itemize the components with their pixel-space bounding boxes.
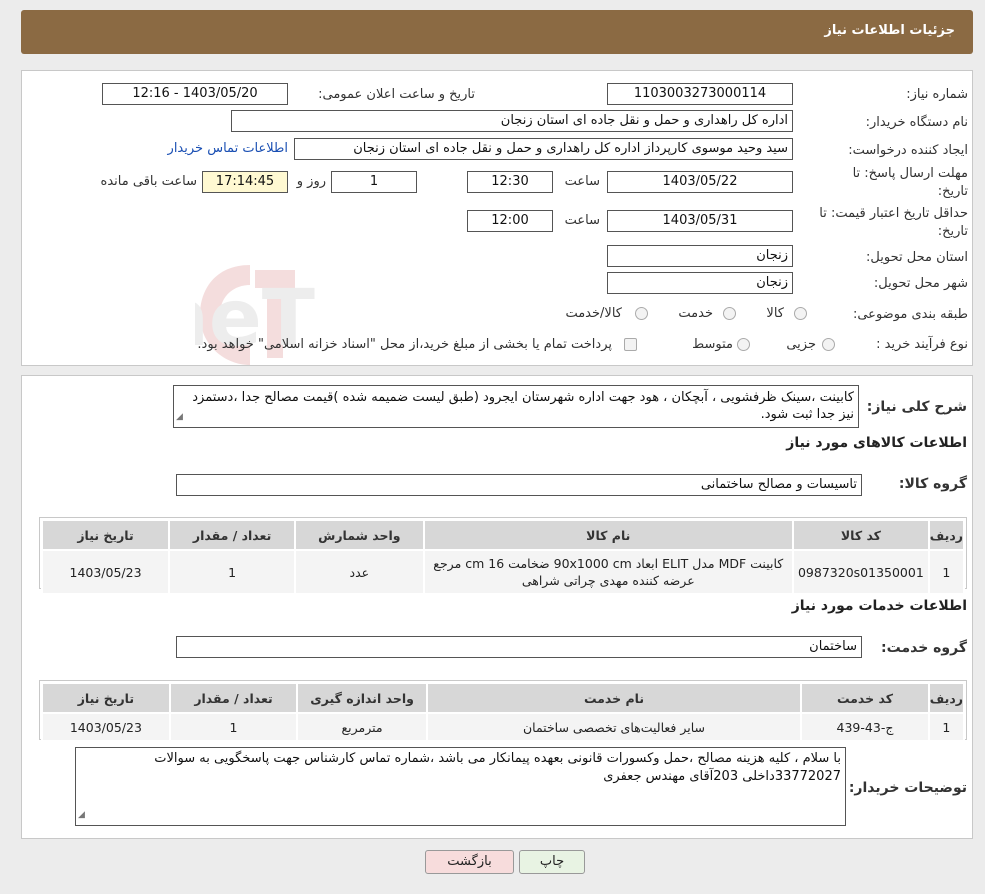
buyer-contact-link[interactable]: اطلاعات تماس خریدار	[168, 141, 288, 156]
cell-name: سایر فعالیت‌های تخصصی ساختمان	[425, 712, 803, 742]
city-field: زنجان	[607, 272, 793, 294]
category-label: طبقه بندی موضوعی:	[852, 307, 968, 322]
table-header-row: ردیف کد خدمت نام خدمت واحد اندازه گیری ت…	[41, 682, 966, 714]
col-unit: واحد اندازه گیری	[296, 682, 428, 714]
cell-name: کابینت MDF مدل ELIT ابعاد 90x1000 cm ضخا…	[422, 549, 794, 595]
services-table: ردیف کد خدمت نام خدمت واحد اندازه گیری ت…	[41, 682, 966, 742]
services-group-label: گروه خدمت:	[881, 640, 967, 656]
cell-code: 0987320s01350001	[791, 549, 930, 595]
description-label: شرح کلی نیاز:	[866, 399, 967, 415]
col-row: ردیف	[927, 519, 966, 551]
cell-qty: 1	[168, 549, 297, 595]
cell-unit: عدد	[294, 549, 425, 595]
treasury-checkbox[interactable]	[624, 338, 637, 351]
back-button[interactable]: بازگشت	[425, 850, 514, 874]
announce-label: تاریخ و ساعت اعلان عمومی:	[318, 87, 475, 102]
category-goods-service-label: کالا/خدمت	[565, 306, 622, 321]
page-header: جزئیات اطلاعات نیاز	[21, 10, 973, 54]
cell-row: 1	[927, 549, 966, 595]
table-row[interactable]: 1 0987320s01350001 کابینت MDF مدل ELIT ا…	[40, 549, 966, 595]
validity-label: حداقل تاریخ اعتبار قیمت: تا	[819, 206, 968, 221]
category-goods-service-radio[interactable]	[635, 307, 648, 320]
creator-label: ایجاد کننده درخواست:	[848, 143, 968, 158]
category-goods-radio[interactable]	[794, 307, 807, 320]
validity-time-field: 12:00	[467, 210, 553, 232]
cell-unit: مترمربع	[296, 712, 428, 742]
process-label: نوع فرآیند خرید :	[876, 337, 968, 352]
process-medium-radio[interactable]	[737, 338, 750, 351]
col-qty: تعداد / مقدار	[168, 682, 299, 714]
validity-date-field: 1403/05/31	[607, 210, 793, 232]
resize-grip-icon[interactable]: ◢	[78, 806, 85, 824]
print-button[interactable]: چاپ	[519, 850, 585, 874]
city-label: شهر محل تحویل:	[873, 276, 968, 291]
page-title: جزئیات اطلاعات نیاز	[824, 23, 955, 38]
need-number-label: شماره نیاز:	[906, 87, 968, 102]
remaining-time-field: 17:14:45	[202, 171, 288, 193]
buyer-org-field: اداره کل راهداری و حمل و نقل جاده ای است…	[231, 110, 793, 132]
validity-label-date: تاریخ:	[937, 224, 968, 239]
cell-code: ج-43-439	[800, 712, 930, 742]
buyer-notes-text: با سلام ، کلیه هزینه مصالح ،حمل وکسورات …	[154, 751, 841, 784]
col-code: کد کالا	[791, 519, 930, 551]
category-goods-label: کالا	[766, 306, 784, 321]
services-group-field: ساختمان	[176, 636, 862, 658]
category-service-label: خدمت	[678, 306, 713, 321]
days-label: روز و	[296, 174, 326, 189]
goods-section-title: اطلاعات کالاهای مورد نیاز	[786, 435, 967, 451]
col-qty: تعداد / مقدار	[168, 519, 297, 551]
province-field: زنجان	[607, 245, 793, 267]
col-code: کد خدمت	[800, 682, 930, 714]
remaining-days-field: 1	[331, 171, 417, 193]
validity-time-label: ساعت	[564, 213, 600, 228]
remaining-label: ساعت باقی مانده	[100, 174, 197, 189]
description-text: کابینت ،سینک ظرفشویی ، آبچکان ، هود جهت …	[192, 390, 854, 422]
cell-date: 1403/05/23	[41, 712, 171, 742]
buyer-notes-textarea: با سلام ، کلیه هزینه مصالح ،حمل وکسورات …	[75, 747, 846, 826]
creator-field: سید وحید موسوی کارپرداز اداره کل راهداری…	[294, 138, 793, 160]
process-note: پرداخت تمام یا بخشی از مبلغ خرید،از محل …	[197, 337, 612, 352]
cell-date: 1403/05/23	[40, 549, 171, 595]
table-row[interactable]: 1 ج-43-439 سایر فعالیت‌های تخصصی ساختمان…	[41, 712, 966, 742]
deadline-label-date: تاریخ:	[937, 184, 968, 199]
col-name: نام کالا	[422, 519, 794, 551]
description-textarea: کابینت ،سینک ظرفشویی ، آبچکان ، هود جهت …	[173, 385, 859, 428]
process-minor-radio[interactable]	[822, 338, 835, 351]
buyer-notes-label: توضیحات خریدار:	[848, 780, 967, 796]
resize-grip-icon[interactable]: ◢	[176, 409, 183, 426]
col-row: ردیف	[927, 682, 966, 714]
cell-row: 1	[927, 712, 966, 742]
cell-qty: 1	[168, 712, 299, 742]
col-date: تاریخ نیاز	[41, 682, 171, 714]
goods-group-field: تاسیسات و مصالح ساختمانی	[176, 474, 862, 496]
deadline-date-field: 1403/05/22	[607, 171, 793, 193]
deadline-time-label: ساعت	[564, 174, 600, 189]
col-unit: واحد شمارش	[294, 519, 425, 551]
deadline-label: مهلت ارسال پاسخ: تا	[852, 166, 968, 181]
col-name: نام خدمت	[425, 682, 803, 714]
goods-table: ردیف کد کالا نام کالا واحد شمارش تعداد /…	[40, 519, 966, 595]
province-label: استان محل تحویل:	[866, 250, 968, 265]
process-medium-label: متوسط	[692, 337, 733, 352]
buyer-org-label: نام دستگاه خریدار:	[865, 115, 968, 130]
table-header-row: ردیف کد کالا نام کالا واحد شمارش تعداد /…	[40, 519, 966, 551]
announce-field: 1403/05/20 - 12:16	[102, 83, 288, 105]
goods-group-label: گروه کالا:	[898, 476, 967, 492]
deadline-time-field: 12:30	[467, 171, 553, 193]
col-date: تاریخ نیاز	[40, 519, 171, 551]
services-section-title: اطلاعات خدمات مورد نیاز	[791, 598, 967, 614]
category-service-radio[interactable]	[723, 307, 736, 320]
process-minor-label: جزیی	[786, 337, 816, 352]
need-number-field: 1103003273000114	[607, 83, 793, 105]
